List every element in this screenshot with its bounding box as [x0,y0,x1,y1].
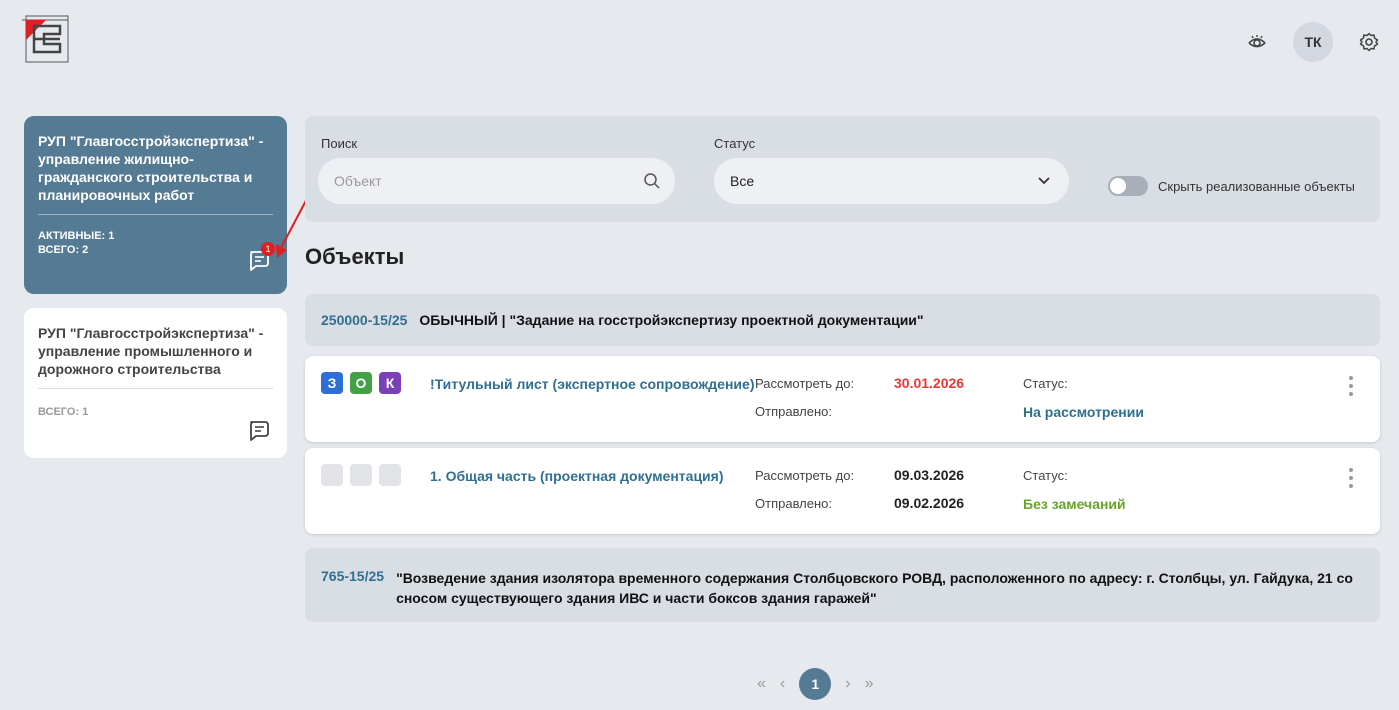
toggle-switch[interactable] [1108,176,1148,196]
page-title: Объекты [305,244,405,269]
chat-icon[interactable]: 1 [247,242,275,272]
tag-z: З [321,372,343,394]
tag-empty [321,464,343,486]
top-bar: ТК [0,0,1399,80]
filter-panel: Поиск Статус Все Скрыть реализованные об… [305,116,1380,222]
org-total-count: ВСЕГО: 1 [38,406,89,418]
object-header[interactable]: 765-15/25 "Возведение здания изолятора в… [305,548,1380,622]
review-date: 09.03.2026 [894,467,965,483]
org-name: РУП "Главгосстройэкспертиза" - управлени… [38,132,273,215]
tag-empty [379,464,401,486]
org-card-industrial[interactable]: РУП "Главгосстройэкспертиза" - управлени… [24,308,287,458]
search-field[interactable] [318,158,675,204]
object-title: "Возведение здания изолятора временного … [396,570,1353,606]
chat-icon[interactable] [247,418,271,442]
more-options-icon[interactable] [1348,466,1354,490]
tag-empty [350,464,372,486]
status-value: Без замечаний [1023,496,1126,512]
org-active-count: АКТИВНЫЕ: 1 [38,230,115,242]
pagination: « ‹ 1 › » [757,668,873,700]
page-prev-button[interactable]: ‹ [780,675,785,693]
status-select[interactable]: Все [714,158,1069,204]
org-name: РУП "Главгосстройэкспертиза" - управлени… [38,324,273,389]
status-value: На рассмотрении [1023,404,1144,420]
sent-date: 09.02.2026 [894,495,965,511]
status-field-label: Статус: [1023,468,1068,483]
search-input[interactable] [318,158,675,204]
search-label: Поиск [321,136,358,151]
status-label: Статус [714,136,756,151]
tag-o: О [350,372,372,394]
search-icon[interactable] [643,172,661,190]
more-options-icon[interactable] [1348,374,1354,398]
object-number[interactable]: 250000-15/25 [321,312,407,328]
page-first-button[interactable]: « [757,675,766,693]
org-stats: ВСЕГО: 1 [38,405,273,419]
top-actions: ТК [1241,22,1385,62]
org-stats: АКТИВНЫЕ: 1 ВСЕГО: 2 [38,229,273,257]
document-name[interactable]: 1. Общая часть (проектная документация) [430,466,755,486]
document-name[interactable]: !Титульный лист (экспертное сопровождени… [430,374,755,394]
document-card[interactable]: З О К !Титульный лист (экспертное сопров… [305,356,1380,442]
object-number[interactable]: 765-15/25 [321,568,384,584]
status-select-value: Все [730,173,755,189]
org-total-count: ВСЕГО: 2 [38,244,89,256]
sent-label: Отправлено: [755,496,833,511]
review-label: Рассмотреть до: [755,376,855,391]
review-date: 30.01.2026 [894,375,965,391]
page-next-button[interactable]: › [845,675,850,693]
gear-icon[interactable] [1353,26,1385,58]
object-title: ОБЫЧНЫЙ | "Задание на госстройэкспертизу… [419,312,924,328]
status-field-label: Статус: [1023,376,1068,391]
avatar[interactable]: ТК [1293,22,1333,62]
toggle-label: Скрыть реализованные объекты [1158,178,1355,194]
document-tags [321,464,401,486]
org-card-housing[interactable]: РУП "Главгосстройэкспертиза" - управлени… [24,116,287,294]
review-label: Рассмотреть до: [755,468,855,483]
logo-icon[interactable] [20,14,70,64]
eye-icon[interactable] [1241,26,1273,58]
tag-k: К [379,372,401,394]
page-1-button[interactable]: 1 [799,668,832,700]
hide-completed-toggle[interactable]: Скрыть реализованные объекты [1108,176,1355,196]
notification-badge: 1 [261,242,275,256]
object-header[interactable]: 250000-15/25 ОБЫЧНЫЙ | "Задание на госст… [305,294,1380,346]
document-tags: З О К [321,372,401,394]
page-last-button[interactable]: » [865,675,874,693]
sent-label: Отправлено: [755,404,833,419]
document-card[interactable]: 1. Общая часть (проектная документация) … [305,448,1380,534]
chevron-down-icon [1038,177,1050,185]
